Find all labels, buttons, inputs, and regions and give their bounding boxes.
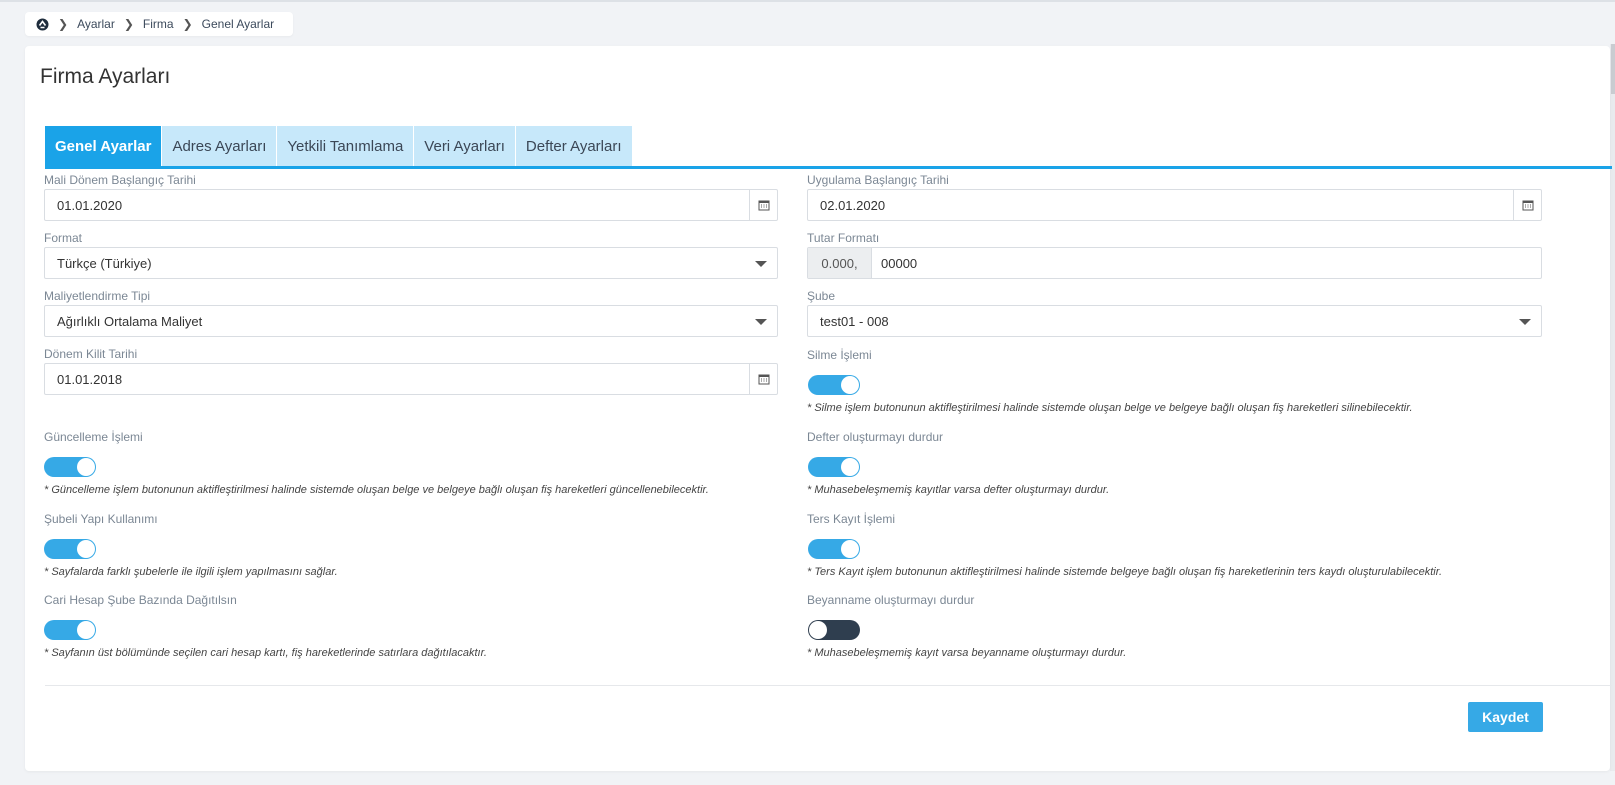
defter-note: * Muhasebeleşmemiş kayıtlar varsa defter… xyxy=(807,484,1110,496)
chevron-right-icon: ❯ xyxy=(123,17,134,31)
breadcrumb-item-ayarlar[interactable]: Ayarlar xyxy=(77,17,115,31)
beyanname-toggle[interactable] xyxy=(808,620,860,640)
select-value[interactable]: Ağırlıklı Ortalama Maliyet xyxy=(45,314,777,329)
calendar-icon[interactable] xyxy=(749,364,777,394)
ters-kayit-note: * Ters Kayıt işlem butonunun aktifleştir… xyxy=(807,566,1443,578)
tutar-formati-input[interactable]: 0.000, 00000 xyxy=(807,247,1542,279)
mali-donem-input[interactable]: 01.01.2020 xyxy=(44,189,778,221)
breadcrumb-item-genel-ayarlar: Genel Ayarlar xyxy=(201,17,275,31)
tab-yetkili-tanimlama[interactable]: Yetkili Tanımlama xyxy=(277,126,414,166)
cari-hesap-toggle[interactable] xyxy=(44,620,96,640)
toggle-knob xyxy=(841,540,859,558)
input-value[interactable]: 00000 xyxy=(872,256,1541,271)
calendar-icon[interactable] xyxy=(749,190,777,220)
uygulama-baslangic-input[interactable]: 02.01.2020 xyxy=(807,189,1542,221)
breadcrumb: ❯ Ayarlar ❯ Firma ❯ Genel Ayarlar xyxy=(25,12,293,36)
chevron-right-icon: ❯ xyxy=(182,17,193,31)
tab-genel-ayarlar[interactable]: Genel Ayarlar xyxy=(45,126,162,166)
cari-hesap-label: Cari Hesap Şube Bazında Dağıtılsın xyxy=(44,593,237,607)
select-value[interactable]: Türkçe (Türkiye) xyxy=(45,256,777,271)
settings-card: Firma Ayarları Genel Ayarlar Adres Ayarl… xyxy=(25,46,1612,771)
ters-kayit-label: Ters Kayıt İşlemi xyxy=(807,512,896,526)
silme-label: Silme İşlemi xyxy=(807,348,872,362)
field-label: Şube xyxy=(807,289,836,303)
beyanname-note: * Muhasebeleşmemiş kayıt varsa beyanname… xyxy=(807,647,1127,659)
input-prefix: 0.000, xyxy=(808,248,872,278)
tab-adres-ayarlari[interactable]: Adres Ayarları xyxy=(162,126,277,166)
maliyetlendirme-field: Maliyetlendirme Tipi Ağırlıklı Ortalama … xyxy=(44,289,778,337)
caret-down-icon[interactable] xyxy=(755,261,767,267)
silme-toggle[interactable] xyxy=(808,375,860,395)
chevron-right-icon: ❯ xyxy=(58,17,69,31)
donem-kilit-input[interactable]: 01.01.2018 xyxy=(44,363,778,395)
toggle-knob xyxy=(809,621,827,639)
guncelleme-note: * Güncelleme işlem butonunun aktifleştir… xyxy=(44,484,709,496)
silme-note: * Silme işlem butonunun aktifleştirilmes… xyxy=(807,402,1413,414)
field-label: Dönem Kilit Tarihi xyxy=(44,347,138,361)
caret-down-icon[interactable] xyxy=(1519,319,1531,325)
donem-kilit-field: Dönem Kilit Tarihi 01.01.2018 xyxy=(44,347,778,395)
toggle-knob xyxy=(841,376,859,394)
toggle-knob xyxy=(77,458,95,476)
uygulama-baslangic-field: Uygulama Başlangıç Tarihi 02.01.2020 xyxy=(807,173,1542,221)
caret-down-icon[interactable] xyxy=(755,319,767,325)
input-value[interactable]: 01.01.2018 xyxy=(45,372,749,387)
scrollbar-thumb[interactable] xyxy=(1611,44,1615,94)
save-button[interactable]: Kaydet xyxy=(1468,702,1543,732)
select-value[interactable]: test01 - 008 xyxy=(808,314,1541,329)
subeli-toggle[interactable] xyxy=(44,539,96,559)
mali-donem-field: Mali Dönem Başlangıç Tarihi 01.01.2020 xyxy=(44,173,778,221)
field-label: Format xyxy=(44,231,83,245)
guncelleme-label: Güncelleme İşlemi xyxy=(44,430,143,444)
defter-label: Defter oluşturmayı durdur xyxy=(807,430,944,444)
subeli-note: * Sayfalarda farklı şubelerle ile ilgili… xyxy=(44,566,338,578)
toggle-knob xyxy=(77,540,95,558)
field-label: Tutar Formatı xyxy=(807,231,880,245)
sube-field: Şube test01 - 008 xyxy=(807,289,1542,337)
ters-kayit-toggle[interactable] xyxy=(808,539,860,559)
toggle-knob xyxy=(77,621,95,639)
field-label: Mali Dönem Başlangıç Tarihi xyxy=(44,173,196,187)
divider xyxy=(45,685,1612,686)
cari-hesap-note: * Sayfanın üst bölümünde seçilen cari he… xyxy=(44,647,487,659)
input-value[interactable]: 02.01.2020 xyxy=(808,198,1513,213)
tab-bar: Genel Ayarlar Adres Ayarları Yetkili Tan… xyxy=(45,126,1612,169)
format-select[interactable]: Türkçe (Türkiye) xyxy=(44,247,778,279)
page-title: Firma Ayarları xyxy=(40,65,171,88)
tab-defter-ayarlari[interactable]: Defter Ayarları xyxy=(515,126,632,166)
calendar-icon[interactable] xyxy=(1513,190,1541,220)
breadcrumb-item-firma[interactable]: Firma xyxy=(143,17,174,31)
home-icon[interactable] xyxy=(36,18,49,31)
defter-toggle[interactable] xyxy=(808,457,860,477)
sube-select[interactable]: test01 - 008 xyxy=(807,305,1542,337)
top-border xyxy=(0,0,1615,2)
tutar-formati-field: Tutar Formatı 0.000, 00000 xyxy=(807,231,1542,279)
format-field: Format Türkçe (Türkiye) xyxy=(44,231,778,279)
beyanname-label: Beyanname oluşturmayı durdur xyxy=(807,593,975,607)
maliyetlendirme-select[interactable]: Ağırlıklı Ortalama Maliyet xyxy=(44,305,778,337)
field-label: Maliyetlendirme Tipi xyxy=(44,289,151,303)
guncelleme-toggle[interactable] xyxy=(44,457,96,477)
toggle-knob xyxy=(841,458,859,476)
tab-veri-ayarlari[interactable]: Veri Ayarları xyxy=(414,126,515,166)
input-value[interactable]: 01.01.2020 xyxy=(45,198,749,213)
subeli-label: Şubeli Yapı Kullanımı xyxy=(44,512,158,526)
field-label: Uygulama Başlangıç Tarihi xyxy=(807,173,949,187)
